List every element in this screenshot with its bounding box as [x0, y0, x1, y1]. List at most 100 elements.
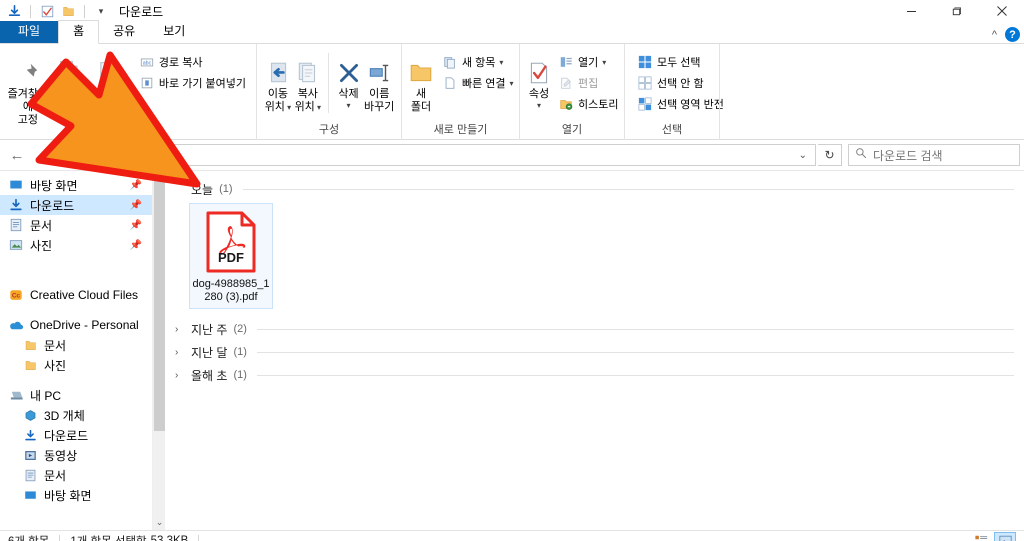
caret-icon[interactable]: ▾	[285, 103, 291, 112]
history-button[interactable]: 히스토리	[554, 94, 622, 114]
ribbon-group-new: 새 폴더 새 항목 ▾ 빠른 연결 ▾ 새로 만들기	[401, 44, 519, 140]
refresh-button[interactable]: ↻	[818, 144, 842, 166]
ribbon: 즐겨찾기에 고정 복사 붙여넣기 abc 경로 복사 바로 가기 붙여넣기 클립…	[0, 44, 1024, 142]
copy-path-button[interactable]: abc 경로 복사	[135, 52, 250, 72]
sidebar-item-onedrive-pictures[interactable]: 사진	[0, 355, 152, 375]
chevron-down-icon[interactable]: ▾	[93, 3, 109, 19]
paste-button[interactable]: 붙여넣기	[89, 49, 129, 114]
delete-caret-icon[interactable]: ▾	[347, 101, 351, 110]
new-item-button[interactable]: 새 항목 ▾	[438, 52, 518, 72]
search-box[interactable]: 다운로드 검색	[848, 144, 1020, 166]
tab-file[interactable]: 파일	[0, 21, 59, 43]
title-bar: ▾ 다운로드	[0, 0, 1024, 22]
forward-button[interactable]: →	[32, 143, 58, 167]
new-folder-button[interactable]: 새 폴더	[408, 49, 434, 114]
download-icon[interactable]	[6, 3, 22, 19]
group-header-last-month[interactable]: › 지난 달 (1)	[175, 342, 1014, 362]
pin-icon[interactable]: 📌	[130, 220, 142, 231]
ribbon-group-spacer	[719, 44, 1024, 140]
sidebar-item-pc-documents[interactable]: 문서	[0, 465, 152, 485]
search-placeholder: 다운로드 검색	[873, 148, 943, 163]
select-none-button[interactable]: 선택 안 함	[633, 73, 728, 93]
select-all-button[interactable]: 모두 선택	[633, 52, 728, 72]
pin-icon[interactable]: 📌	[130, 180, 142, 191]
selection-size: 53.3KB	[150, 535, 189, 541]
clipboard-group-label: 클립보드	[107, 130, 149, 142]
tab-home[interactable]: 홈	[58, 20, 100, 44]
tab-share[interactable]: 공유	[99, 21, 149, 43]
group-header-today[interactable]: 오늘 (1)	[175, 179, 1014, 199]
properties-button[interactable]: 속성 ▾	[526, 49, 552, 110]
sidebar-item-this-pc[interactable]: 내 PC	[0, 385, 152, 405]
move-to-button[interactable]: 이동 위치 ▾	[263, 49, 293, 114]
navigation-scrollbar[interactable]: ⌄	[152, 171, 165, 530]
sidebar-item-onedrive[interactable]: OneDrive - Personal	[0, 315, 152, 335]
help-icon[interactable]: ?	[1005, 27, 1020, 42]
sidebar-item-videos[interactable]: 동영상	[0, 445, 152, 465]
sidebar-item-pictures[interactable]: 사진 📌	[0, 235, 152, 255]
large-icons-view-button[interactable]	[994, 531, 1016, 541]
checkbox-icon[interactable]	[39, 3, 55, 19]
pin-icon[interactable]: 📌	[130, 200, 142, 211]
copy-button[interactable]: 복사	[50, 49, 90, 101]
sidebar-item-pc-downloads[interactable]: 다운로드	[0, 425, 152, 445]
pin-icon[interactable]: 📌	[130, 240, 142, 251]
nav-spacer-2	[0, 265, 152, 275]
new-item-caret-icon[interactable]: ▾	[499, 58, 503, 67]
tab-view[interactable]: 보기	[149, 21, 199, 43]
chevron-right-icon[interactable]: ›	[175, 370, 185, 381]
select-group-label: 선택	[661, 124, 683, 136]
sidebar-item-desktop[interactable]: 바탕 화면 📌	[0, 175, 152, 195]
breadcrumb[interactable]: 다운로드	[95, 147, 139, 164]
nav-spacer-5	[0, 375, 152, 385]
new-small-commands: 새 항목 ▾ 빠른 연결 ▾	[438, 49, 518, 93]
sidebar-item-creative-cloud-files[interactable]: Cc Creative Cloud Files	[0, 285, 152, 305]
scrollbar-thumb[interactable]	[154, 175, 165, 431]
up-button[interactable]: ↑	[60, 143, 86, 167]
status-divider	[59, 534, 61, 541]
details-view-button[interactable]	[970, 532, 992, 541]
close-button[interactable]	[979, 0, 1024, 22]
paste-shortcut-button[interactable]: 바로 가기 붙여넣기	[135, 73, 250, 93]
new-folder-label-2: 폴더	[410, 101, 432, 113]
navigation-pane: 바탕 화면 📌 다운로드 📌 문서 📌 사진 📌 Cc Creative Clo…	[0, 171, 152, 530]
address-chevron-down-icon[interactable]: ⌄	[799, 150, 811, 161]
easy-access-button[interactable]: 빠른 연결 ▾	[438, 73, 518, 93]
copy-path-label: 경로 복사	[158, 57, 203, 69]
delete-button[interactable]: 삭제 ▾	[334, 49, 364, 110]
pin-to-quick-access-button[interactable]: 즐겨찾기에 고정	[6, 49, 50, 127]
open-caret-icon[interactable]: ▾	[602, 58, 606, 67]
group-header-earlier-this-year[interactable]: › 올해 초 (1)	[175, 365, 1014, 385]
easy-access-icon	[442, 75, 458, 91]
sidebar-item-downloads[interactable]: 다운로드 📌	[0, 195, 152, 215]
copy-icon	[56, 52, 84, 86]
collapse-ribbon-icon[interactable]: ^	[992, 29, 997, 41]
open-button[interactable]: 열기 ▾	[554, 52, 622, 72]
back-button[interactable]: ←	[4, 143, 30, 167]
chevron-right-icon[interactable]: ›	[175, 347, 185, 358]
rename-button[interactable]: 이름 바꾸기	[363, 49, 395, 114]
minimize-button[interactable]	[889, 0, 934, 22]
copy-to-button[interactable]: 복사 위치 ▾	[293, 49, 323, 114]
easy-access-caret-icon[interactable]: ▾	[510, 79, 514, 88]
edit-button[interactable]: 편집	[554, 73, 622, 93]
chevron-right-icon[interactable]: ›	[175, 324, 185, 335]
sidebar-item-documents[interactable]: 문서 📌	[0, 215, 152, 235]
caret-icon-2[interactable]: ▾	[315, 103, 321, 112]
toolbar-divider-2	[84, 4, 85, 18]
group-header-last-week[interactable]: › 지난 주 (2)	[175, 319, 1014, 339]
invert-selection-button[interactable]: 선택 영역 반전	[633, 94, 728, 114]
pin-label-line2: 고정	[17, 114, 39, 126]
download-icon	[22, 427, 38, 443]
sidebar-item-onedrive-documents[interactable]: 문서	[0, 335, 152, 355]
open-small-commands: 열기 ▾ 편집 히스토리	[554, 49, 622, 114]
sidebar-item-3d-objects[interactable]: 3D 개체	[0, 405, 152, 425]
sidebar-item-pc-desktop[interactable]: 바탕 화면	[0, 485, 152, 505]
properties-caret-icon[interactable]: ▾	[537, 101, 541, 110]
maximize-button[interactable]	[934, 0, 979, 22]
folder-icon[interactable]	[60, 3, 76, 19]
file-list-pane[interactable]: 오늘 (1) PDF dog-4988985_1280 (3).pdf › 지난…	[165, 171, 1024, 530]
pdf-file-tile[interactable]: PDF dog-4988985_1280 (3).pdf	[189, 203, 273, 309]
address-field[interactable]: 다운로드 ⌄	[90, 144, 816, 166]
folder-icon	[22, 357, 38, 373]
